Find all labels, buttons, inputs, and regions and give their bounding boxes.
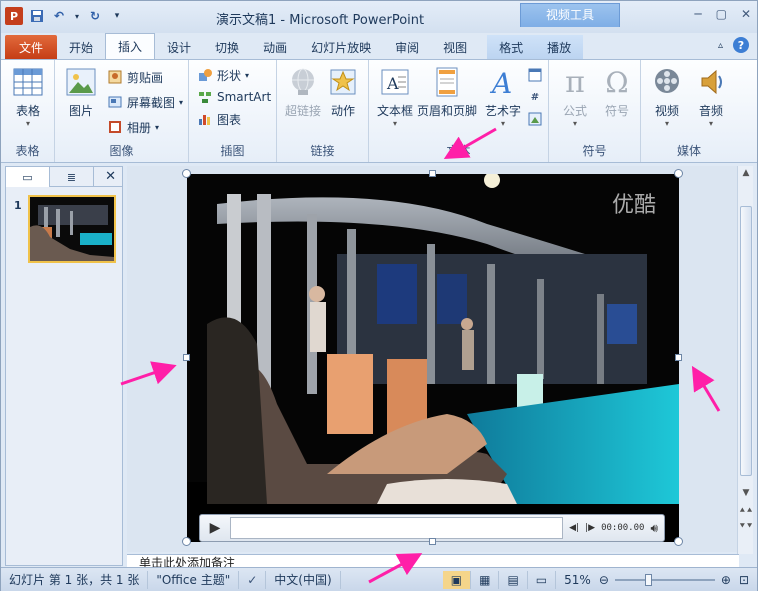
arrow-top [443, 127, 497, 159]
annotation-arrows [120, 127, 721, 584]
powerpoint-window: P ↶ ▾ ↻ ▾ 演示文稿1 - Microsoft PowerPoint 视… [0, 0, 758, 591]
arrow-bottom [368, 553, 423, 584]
arrow-right [691, 365, 721, 412]
arrow-left [120, 361, 177, 386]
